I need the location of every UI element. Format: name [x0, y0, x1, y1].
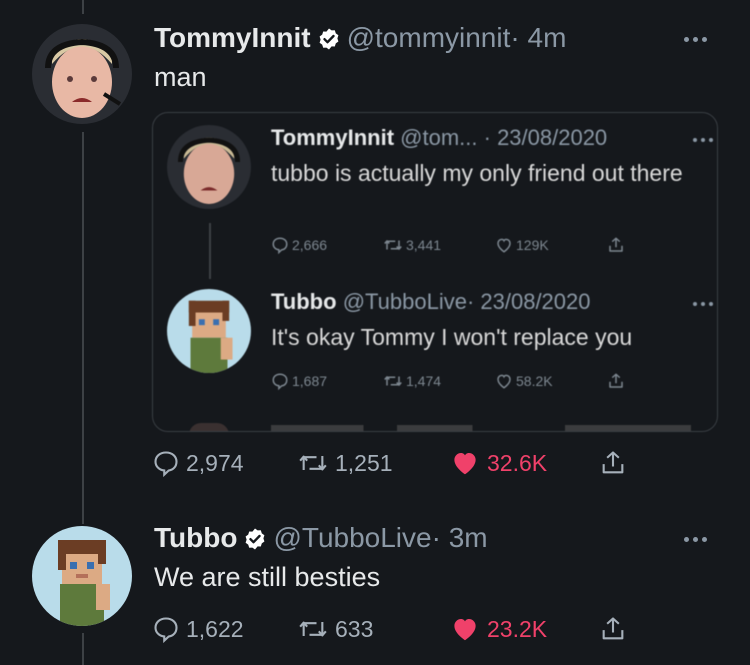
quoted-2-display-name: Tubbo — [271, 289, 337, 314]
tweet-2-reply-button[interactable]: 1,622 — [152, 615, 297, 643]
tweet-1-text: man — [154, 62, 207, 92]
heart-icon — [497, 374, 511, 389]
tweet-1-reply-button[interactable]: 2,974 — [152, 449, 297, 477]
tweet-1-retweet-count: 1,251 — [335, 449, 393, 476]
share-icon — [602, 451, 624, 474]
tweet-2-header: Tubbo @TubboLive· 3m — [154, 522, 488, 558]
quoted-2-retweet: 1,474 — [383, 372, 495, 390]
tweet-1-share-button[interactable] — [599, 448, 627, 478]
reply-icon — [272, 373, 288, 390]
tweet-1-header: TommyInnit @tommyinnit· 4m — [154, 22, 566, 58]
quoted-avatar-tubbo — [167, 289, 251, 373]
quoted-3-avatar-truncated — [189, 423, 229, 431]
quoted-avatar-tommyinnit — [167, 125, 251, 209]
tweet-1-like-count: 32.6K — [487, 449, 548, 476]
quoted-1-reply: 2,666 — [271, 236, 383, 254]
quoted-2-reply: 1,687 — [271, 372, 383, 390]
retweet-icon — [299, 455, 327, 471]
tweet-2-handle[interactable]: @TubboLive — [273, 522, 431, 553]
verified-icon — [243, 526, 267, 558]
retweet-icon — [384, 376, 402, 386]
tweet-1-display-name[interactable]: TommyInnit — [154, 22, 311, 53]
reply-icon — [272, 237, 288, 254]
quoted-1-text: tubbo is actually my only friend out the… — [271, 160, 683, 186]
quoted-1-actions: 2,666 3,441 129K — [271, 235, 625, 255]
heart-icon — [454, 453, 476, 475]
retweet-icon — [384, 240, 402, 250]
verified-icon — [317, 26, 341, 58]
quoted-1-share — [607, 235, 625, 255]
quoted-thread-card[interactable]: TommyInnit @tom... · 23/08/2020 tubbo is… — [152, 112, 718, 432]
tweet-2-time[interactable]: · 3m — [432, 522, 488, 553]
quoted-2-actions: 1,687 1,474 58.2K — [271, 371, 625, 391]
reply-icon — [154, 617, 178, 643]
quoted-1-header: TommyInnit @tom... · 23/08/2020 — [271, 125, 607, 151]
share-icon — [602, 617, 624, 640]
quoted-1-like: 129K — [495, 236, 607, 254]
tweet-2-display-name[interactable]: Tubbo — [154, 522, 237, 553]
quoted-2-handle: @TubboLive — [342, 289, 467, 314]
tweet-2-reply-count: 1,622 — [186, 615, 244, 642]
thread-line-middle — [82, 132, 84, 524]
tweet-1-time[interactable]: · 4m — [510, 22, 566, 53]
tweet-1-reply-count: 2,974 — [186, 449, 244, 476]
quoted-2-share — [607, 371, 625, 391]
quoted-thread-line — [209, 223, 211, 279]
share-icon — [609, 237, 623, 252]
quoted-1-time: · 23/08/2020 — [483, 125, 608, 150]
quoted-1-retweet: 3,441 — [383, 236, 495, 254]
tweet-1-retweet-button[interactable]: 1,251 — [297, 449, 449, 477]
tweet-1-handle[interactable]: @tommyinnit — [347, 22, 511, 53]
quoted-1-display-name: TommyInnit — [271, 125, 395, 150]
quoted-2-text: It's okay Tommy I won't replace you — [271, 324, 633, 350]
tweet-2-like-button[interactable]: 23.2K — [449, 614, 599, 644]
tweet-2-retweet-count: 633 — [335, 615, 374, 642]
quoted-2-time: · 23/08/2020 — [466, 289, 591, 314]
avatar-tubbo[interactable] — [32, 526, 132, 626]
thread-line-bottom — [82, 633, 84, 665]
retweet-icon — [299, 621, 327, 637]
tweet-2-share-button[interactable] — [599, 614, 627, 644]
tweet-2-like-count: 23.2K — [487, 615, 548, 642]
quoted-2-header: Tubbo @TubboLive· 23/08/2020 — [271, 289, 591, 315]
quoted-1-handle: @tom... — [400, 125, 478, 150]
more-icon[interactable] — [684, 537, 707, 542]
thread-line-top — [82, 0, 84, 14]
heart-icon — [454, 619, 476, 641]
tweet-2-actions: 1,622 633 23.2K — [152, 614, 627, 644]
tweet-2-retweet-button[interactable]: 633 — [297, 615, 449, 643]
quoted-2-like: 58.2K — [495, 372, 607, 390]
share-icon — [609, 373, 623, 388]
quoted-3-truncated — [271, 425, 691, 431]
tweet-2-text: We are still besties — [154, 562, 381, 592]
quoted-1-more-icon — [693, 138, 713, 142]
quoted-2-more-icon — [693, 302, 713, 306]
tweet-1-like-button[interactable]: 32.6K — [449, 448, 599, 478]
tweet-1-actions: 2,974 1,251 32.6K — [152, 448, 627, 478]
heart-icon — [497, 238, 511, 253]
avatar-tommyinnit[interactable] — [32, 24, 132, 124]
more-icon[interactable] — [684, 37, 707, 42]
reply-icon — [154, 451, 178, 477]
